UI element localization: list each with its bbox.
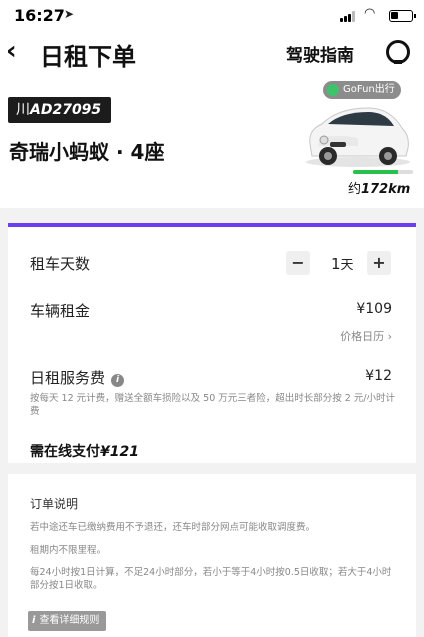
vehicle-rent-value: ¥109 bbox=[356, 301, 392, 317]
total-prefix: 需在线支付 bbox=[30, 444, 100, 460]
days-unit: 天 bbox=[340, 258, 354, 273]
range-bar bbox=[353, 170, 413, 174]
vehicle-summary: 川AD27095 奇瑞小蚂蚁 · 4座 GoFun出行 约172km bbox=[0, 76, 424, 208]
service-fee-label: 日租服务费 i bbox=[30, 367, 125, 388]
decrease-days-button[interactable]: − bbox=[286, 251, 310, 275]
order-note-item: 租期内不限里程。 bbox=[30, 545, 107, 556]
service-fee-value: ¥12 bbox=[365, 368, 392, 384]
online-payment-total: 需在线支付¥121 bbox=[30, 441, 139, 461]
view-rules-button[interactable]: i 查看详细规则 bbox=[28, 611, 107, 631]
vehicle-rent-label: 车辆租金 bbox=[30, 302, 91, 320]
view-rules-label: 查看详细规则 bbox=[39, 615, 100, 626]
license-plate: 川AD27095 bbox=[8, 97, 112, 123]
car-image bbox=[306, 107, 410, 167]
order-card: 租车天数 − 1天 + 车辆租金 ¥109 价格日历 › 日租服务费 i ¥12 … bbox=[8, 223, 416, 463]
service-fee-text: 日租服务费 bbox=[30, 369, 106, 387]
service-fee-description: 按每天 12 元计费，赠送全额车损险以及 50 万元三者险，超出时长部分按 2 … bbox=[30, 393, 396, 417]
info-icon: i bbox=[32, 615, 36, 626]
plate-prefix: 川 bbox=[16, 102, 30, 118]
nav-bar: ‹ 日租下单 驾驶指南 bbox=[0, 30, 424, 76]
location-arrow-icon: ➤ bbox=[64, 7, 75, 21]
price-calendar-label: 价格日历 bbox=[340, 330, 385, 343]
price-calendar-link[interactable]: 价格日历 › bbox=[340, 328, 392, 344]
vehicle-name: 奇瑞小蚂蚁 · 4座 bbox=[9, 140, 165, 164]
order-note-item: 每24小时按1日计算，不足24小时部分，若小于等于4小时按0.5日收取；若大于4… bbox=[30, 567, 392, 591]
range-bar-fill bbox=[353, 170, 398, 174]
customer-service-icon[interactable] bbox=[386, 40, 410, 64]
brand-tag: GoFun出行 bbox=[323, 81, 401, 99]
status-time: 16:27 bbox=[14, 6, 65, 25]
info-icon[interactable]: i bbox=[111, 374, 125, 387]
battery-icon bbox=[389, 10, 416, 22]
cellular-signal-icon bbox=[340, 11, 358, 22]
order-note-item: 若中途还车已缴纳费用不予退还，还车时部分网点可能收取调度费。 bbox=[30, 522, 316, 533]
range-prefix: 约 bbox=[348, 182, 362, 197]
plate-number: AD27095 bbox=[30, 102, 102, 118]
status-bar: 16:27 ➤ ◠ bbox=[0, 0, 424, 30]
back-button[interactable]: ‹ bbox=[6, 36, 17, 66]
rental-days-value: 1天 bbox=[331, 254, 354, 273]
page-title: 日租下单 bbox=[40, 43, 136, 71]
order-notes: 订单说明 若中途还车已缴纳费用不予退还，还车时部分网点可能收取调度费。 租期内不… bbox=[8, 474, 416, 637]
increase-days-button[interactable]: + bbox=[367, 251, 391, 275]
range-text: 约172km bbox=[348, 178, 410, 197]
driving-guide-link[interactable]: 驾驶指南 bbox=[286, 41, 354, 66]
range-value: 172km bbox=[361, 182, 411, 197]
days-number: 1 bbox=[331, 255, 341, 273]
rental-days-label: 租车天数 bbox=[30, 255, 91, 273]
total-amount: ¥121 bbox=[100, 444, 139, 460]
wifi-icon: ◠ bbox=[364, 6, 376, 21]
order-notes-title: 订单说明 bbox=[30, 497, 79, 511]
chevron-right-icon: › bbox=[387, 330, 392, 343]
